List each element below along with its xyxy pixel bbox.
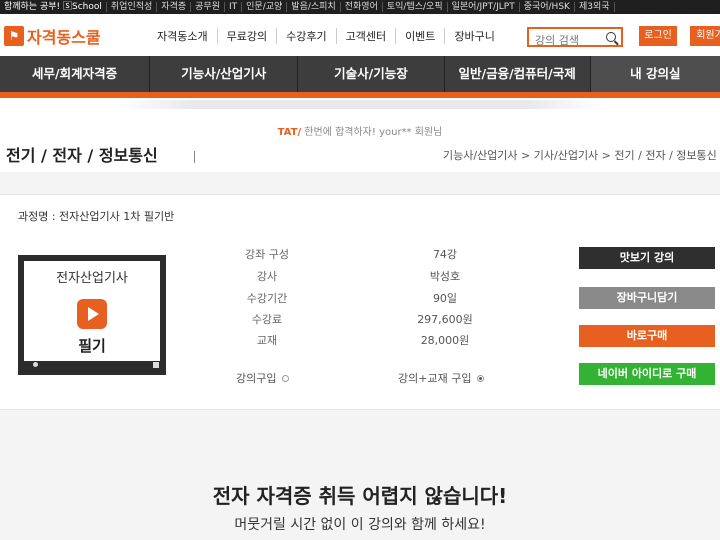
search-icon[interactable] bbox=[606, 32, 616, 42]
topbar-brand[interactable]: 함께하는 공부! 🅂School bbox=[0, 2, 107, 12]
option-lecture-only[interactable]: 강의구입 bbox=[236, 370, 290, 386]
topbar-item[interactable]: IT bbox=[224, 2, 243, 12]
main-nav: 자격동소개 무료강의 수강후기 고객센터 이벤트 장바구니 bbox=[148, 28, 504, 44]
category-nav: 세무/회계자격증 기능사/산업기사 기술사/기능장 일반/금융/컴퓨터/국제 내… bbox=[0, 56, 720, 92]
course-name: 과정명 : 전자산업기사 1차 필기반 bbox=[18, 210, 175, 223]
thumbnail-subtitle: 필기 bbox=[78, 337, 106, 355]
banner-text: TAT/ 한번에 합격하자! your** 회원님 bbox=[0, 123, 720, 138]
login-button[interactable]: 로그인 bbox=[639, 26, 677, 46]
topbar-item[interactable]: 인문/교양 bbox=[242, 2, 288, 12]
option-lecture-textbook-label: 강의+교재 구입 bbox=[398, 372, 472, 385]
topbar-item[interactable]: 토익/텝스/오픽 bbox=[382, 2, 448, 12]
topbar-item[interactable]: 중국어/HSK bbox=[519, 2, 575, 12]
topbar-item[interactable]: 전화영어 bbox=[340, 2, 383, 12]
info-value-instructor: 박성호 bbox=[429, 270, 461, 283]
topbar-item[interactable]: 발음/스피치 bbox=[287, 2, 341, 12]
topbar-item[interactable]: 일본어/JPT/JLPT bbox=[447, 2, 520, 12]
title-divider bbox=[194, 151, 195, 163]
search-input[interactable] bbox=[529, 32, 611, 49]
nav-reviews[interactable]: 수강후기 bbox=[277, 28, 337, 44]
thumbnail-screen: 전자산업기사 필기 bbox=[24, 261, 160, 361]
topbar-item[interactable]: 제3외국 bbox=[574, 2, 615, 12]
category-my-classroom[interactable]: 내 강의실 bbox=[590, 56, 720, 92]
category-professional-engineer[interactable]: 기술사/기능장 bbox=[298, 56, 445, 92]
thumbnail-title: 전자산업기사 bbox=[56, 271, 128, 286]
thumbnail-square-icon bbox=[153, 362, 159, 368]
info-value-fee: 297,600원 bbox=[417, 313, 473, 326]
course-thumbnail[interactable]: 전자산업기사 필기 bbox=[18, 255, 166, 375]
topbar-item[interactable]: 취업인적성 bbox=[106, 2, 158, 12]
category-general-finance[interactable]: 일반/금융/컴퓨터/국제 bbox=[445, 56, 591, 92]
buy-now-button[interactable]: 바로구매 bbox=[579, 325, 715, 347]
nav-about[interactable]: 자격동소개 bbox=[148, 28, 218, 44]
radio-icon[interactable] bbox=[282, 374, 290, 382]
info-label-composition: 강좌 구성 bbox=[245, 248, 289, 261]
logo-flag-icon: ⚑ bbox=[4, 26, 24, 46]
logo-text: 자격동스쿨 bbox=[27, 28, 101, 47]
banner-faded-text bbox=[120, 100, 600, 109]
join-button[interactable]: 회원가 bbox=[690, 26, 720, 46]
page-title: 전기 / 전자 / 정보통신 bbox=[6, 146, 158, 165]
nav-free-lectures[interactable]: 무료강의 bbox=[218, 28, 278, 44]
promo-headline: 전자 자격증 취득 어렵지 않습니다! bbox=[212, 484, 508, 508]
top-utility-bar: 함께하는 공부! 🅂School 취업인적성 자격증 공무원 IT 인문/교양 발음/스피치… bbox=[0, 0, 720, 14]
category-tax-accounting[interactable]: 세무/회계자격증 bbox=[0, 56, 151, 92]
info-value-textbook: 28,000원 bbox=[420, 334, 470, 347]
topbar-item[interactable]: 자격증 bbox=[157, 2, 192, 12]
preview-lecture-button[interactable]: 맛보기 강의 bbox=[579, 247, 715, 269]
banner-message: 한번에 합격하자! your** 회원님 bbox=[301, 127, 443, 138]
nav-support[interactable]: 고객센터 bbox=[337, 28, 397, 44]
topbar-item[interactable]: 공무원 bbox=[191, 2, 225, 12]
search-box bbox=[527, 27, 623, 49]
category-technician[interactable]: 기능사/산업기사 bbox=[150, 56, 299, 92]
radio-selected-icon[interactable] bbox=[477, 374, 485, 382]
info-label-instructor: 강사 bbox=[256, 270, 278, 283]
info-label-fee: 수강료 bbox=[251, 313, 283, 326]
info-value-period: 90일 bbox=[432, 292, 458, 305]
welcome-banner: TAT/ 한번에 합격하자! your** 회원님 bbox=[0, 98, 720, 138]
promo-subtitle: 머뭇거릴 시간 없이 이 강의와 함께 하세요! bbox=[234, 517, 486, 533]
info-label-period: 수강기간 bbox=[246, 292, 288, 305]
info-value-composition: 74강 bbox=[432, 248, 458, 261]
play-icon[interactable] bbox=[77, 299, 107, 329]
option-lecture-only-label: 강의구입 bbox=[236, 372, 277, 385]
thumbnail-dot-icon bbox=[33, 362, 38, 367]
naver-buy-button[interactable]: 네이버 아이디로 구매 bbox=[579, 363, 715, 385]
site-logo[interactable]: ⚑ 자격동스쿨 bbox=[4, 24, 101, 48]
breadcrumb[interactable]: 기능사/산업기사 > 기사/산업기사 > 전기 / 전자 / 정보통신 bbox=[443, 147, 717, 163]
add-to-cart-button[interactable]: 장바구니담기 bbox=[579, 287, 715, 309]
option-lecture-textbook[interactable]: 강의+교재 구입 bbox=[398, 370, 485, 386]
info-label-textbook: 교재 bbox=[256, 334, 278, 347]
nav-cart[interactable]: 장바구니 bbox=[445, 28, 503, 44]
banner-prefix: TAT/ bbox=[277, 127, 302, 138]
nav-events[interactable]: 이벤트 bbox=[396, 28, 446, 44]
